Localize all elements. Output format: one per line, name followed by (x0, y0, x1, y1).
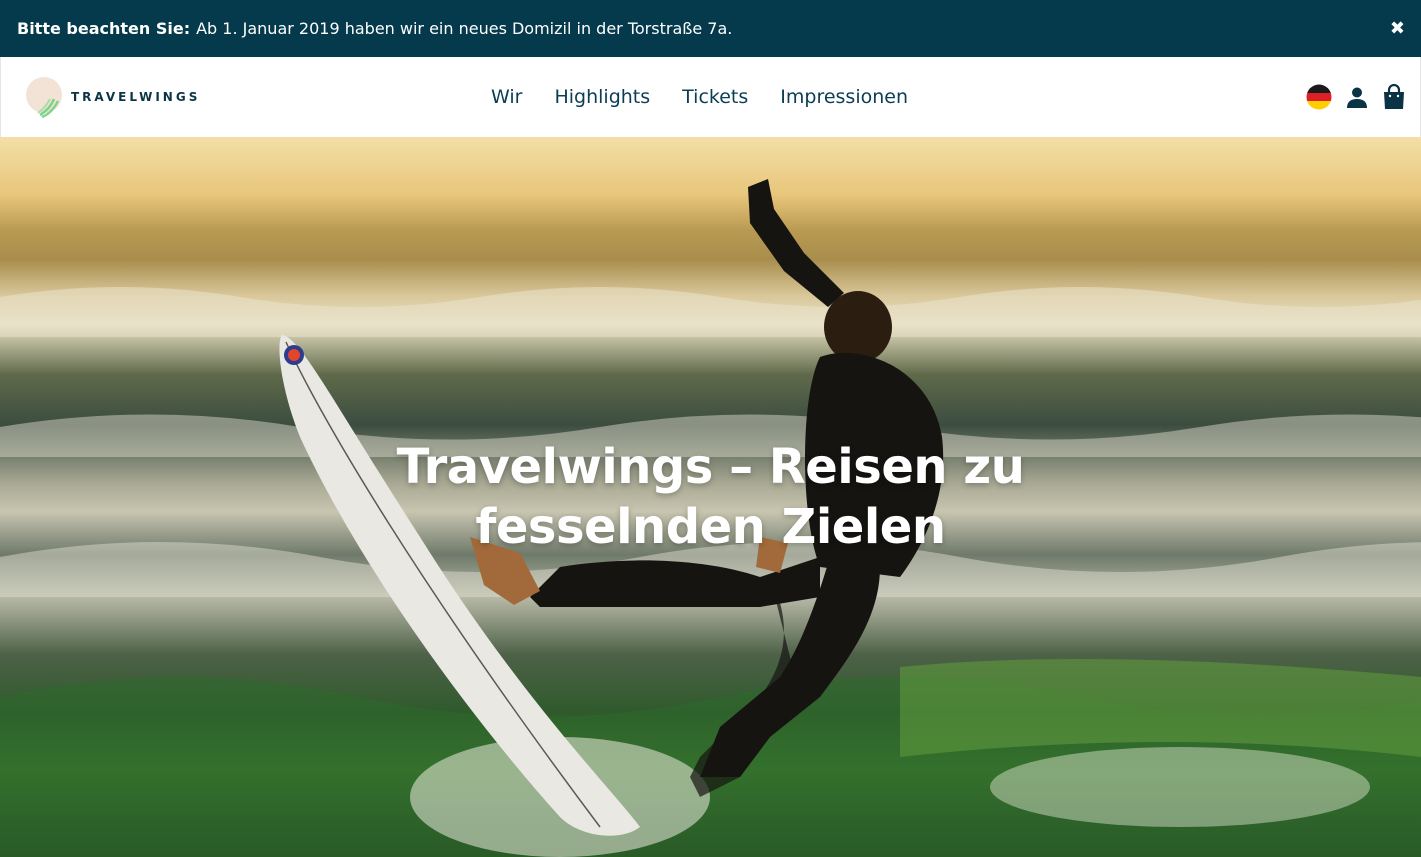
travelwings-logo-icon (18, 75, 62, 119)
notice-text: Ab 1. Januar 2019 haben wir ein neues Do… (196, 19, 733, 38)
german-flag-icon[interactable] (1306, 84, 1332, 110)
nav-item-wir[interactable]: Wir (491, 86, 522, 108)
nav-item-tickets[interactable]: Tickets (682, 86, 748, 108)
nav-item-impressionen[interactable]: Impressionen (780, 86, 908, 108)
hero-title-line-2: fesselnden Zielen (475, 499, 946, 555)
user-icon[interactable] (1345, 85, 1369, 109)
notice-banner: Bitte beachten Sie: Ab 1. Januar 2019 ha… (0, 0, 1421, 57)
notice-lead: Bitte beachten Sie: (17, 19, 191, 38)
hero-title: Travelwings – Reisen zu fesselnden Ziele… (0, 437, 1421, 557)
main-nav: Wir Highlights Tickets Impressionen (491, 57, 908, 137)
hero-banner: Travelwings – Reisen zu fesselnden Ziele… (0, 137, 1421, 857)
site-header: TRAVELWINGS Wir Highlights Tickets Impre… (0, 57, 1421, 137)
nav-item-highlights[interactable]: Highlights (554, 86, 650, 108)
logo[interactable]: TRAVELWINGS (18, 74, 200, 120)
brand-name: TRAVELWINGS (71, 90, 201, 104)
close-icon[interactable]: ✖ (1390, 19, 1405, 38)
header-icons (1306, 57, 1406, 137)
hero-title-line-1: Travelwings – Reisen zu (396, 439, 1025, 495)
shopping-bag-icon[interactable] (1382, 84, 1406, 110)
